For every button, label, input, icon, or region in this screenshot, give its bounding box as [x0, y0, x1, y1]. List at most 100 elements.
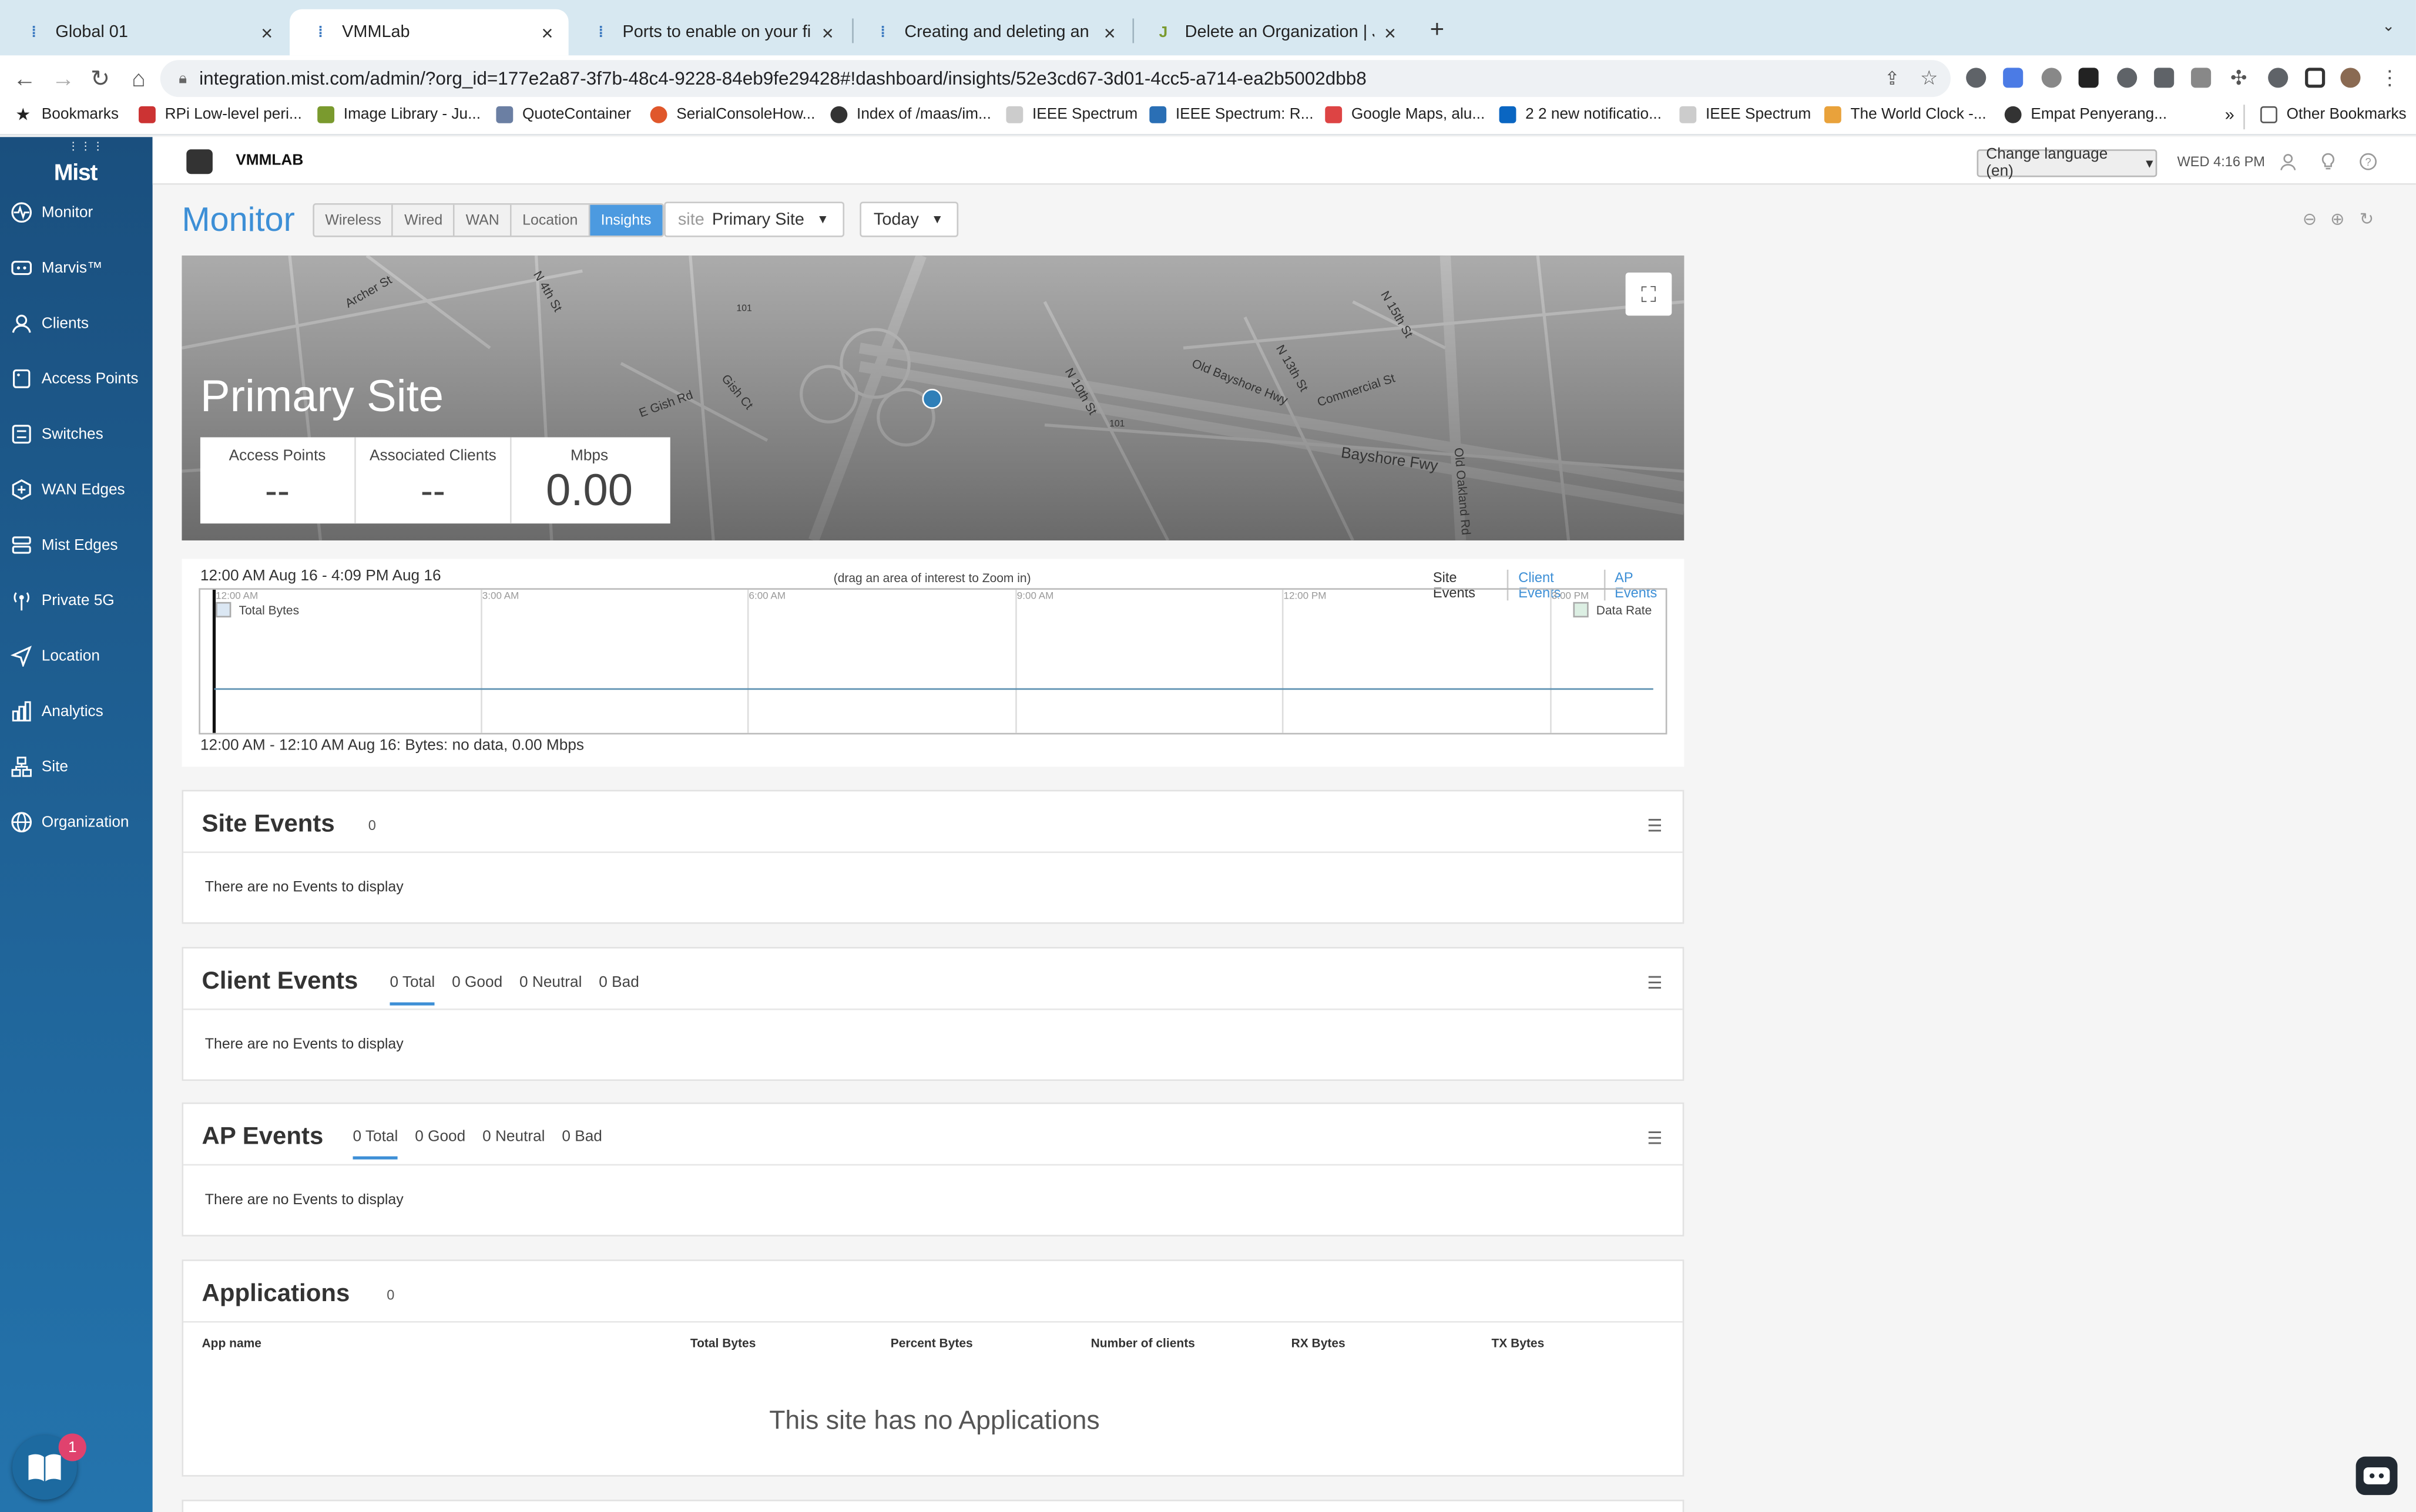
tab-title: VMMLab [342, 23, 410, 42]
bookmark-item[interactable]: QuoteContainer [496, 106, 631, 123]
browser-tab-vmmlab[interactable]: ⁞ VMMLab × [290, 9, 569, 56]
bookmark-item[interactable]: IEEE Spectrum [1679, 106, 1811, 123]
terminal-extension-icon[interactable] [2078, 68, 2099, 88]
filter-menu-icon[interactable]: ☰ [1647, 816, 1662, 836]
bookmark-item[interactable]: SerialConsoleHow... [650, 106, 815, 123]
refresh-icon[interactable]: ↻ [2357, 209, 2375, 229]
extension-icon[interactable] [2191, 68, 2212, 88]
sidebar-item-private-5g[interactable]: Private 5G [0, 574, 153, 627]
extension-icon[interactable] [2041, 68, 2062, 88]
profile-avatar-icon[interactable] [2340, 68, 2361, 88]
legend-data-rate[interactable]: Data Rate [1573, 602, 1652, 618]
reload-icon[interactable]: ↻ [85, 63, 115, 93]
help-icon[interactable]: ? [2357, 151, 2377, 171]
bookmark-item[interactable]: ★ Bookmarks [15, 106, 119, 124]
sidebar-item-clients[interactable]: Clients [0, 297, 153, 350]
bookmark-item[interactable]: IEEE Spectrum: R... [1149, 106, 1314, 123]
browser-tab-global-01[interactable]: ⁞ Global 01 × [3, 9, 288, 56]
close-icon[interactable]: × [1104, 21, 1116, 43]
close-icon[interactable]: × [1384, 21, 1396, 43]
sidebar-item-monitor[interactable]: Monitor [0, 186, 153, 238]
period-select[interactable]: Today ▼ [860, 201, 959, 237]
bookmark-item[interactable]: IEEE Spectrum [1006, 106, 1137, 123]
sidebar-item-marvis[interactable]: Marvis™ [0, 242, 153, 294]
new-tab-button[interactable]: + [1430, 17, 1445, 45]
marvis-chat-button[interactable] [2355, 1456, 2398, 1496]
column-header[interactable]: Number of clients [1091, 1336, 1195, 1350]
sidebar-item-analytics[interactable]: Analytics [0, 685, 153, 737]
bookmark-item[interactable]: Image Library - Ju... [317, 106, 481, 123]
close-icon[interactable]: × [542, 21, 553, 43]
sidebar-item-access-points[interactable]: Access Points [0, 352, 153, 405]
tab-wired[interactable]: Wired [393, 204, 455, 236]
sidebar-item-site[interactable]: Site [0, 741, 153, 793]
bookmark-item[interactable]: Google Maps, alu... [1325, 106, 1485, 123]
user-icon[interactable] [2277, 151, 2297, 171]
back-arrow-icon[interactable]: ← [9, 63, 40, 93]
other-bookmarks[interactable]: Other Bookmarks [2260, 106, 2407, 123]
column-header[interactable]: App name [202, 1336, 261, 1350]
column-header[interactable]: RX Bytes [1291, 1336, 1345, 1350]
share-icon[interactable]: ⇪ [1877, 63, 1907, 93]
tab-total[interactable]: 0 Total [353, 1128, 398, 1160]
zoom-out-icon[interactable]: ⊖ [2300, 209, 2318, 229]
site-map[interactable]: Archer St N 4th St E Gish Rd Gish Ct N 1… [182, 256, 1685, 541]
sidebar-item-wan-edges[interactable]: WAN Edges [0, 463, 153, 516]
bookmarks-overflow-button[interactable]: » [2225, 106, 2234, 125]
extension-icon[interactable] [2154, 68, 2175, 88]
tab-bad[interactable]: 0 Bad [599, 975, 639, 1005]
sidebar-item-organization[interactable]: Organization [0, 796, 153, 848]
legend-total-bytes[interactable]: Total Bytes [216, 602, 299, 618]
sidebar-item-switches[interactable]: Switches [0, 408, 153, 461]
tab-bad[interactable]: 0 Bad [562, 1128, 602, 1159]
side-panel-icon[interactable] [2305, 68, 2326, 88]
column-header[interactable]: Percent Bytes [891, 1336, 973, 1350]
timeline-chart[interactable]: 12:00 AM 3:00 AM 6:00 AM 9:00 AM 12:00 P… [199, 588, 1667, 735]
bookmark-item[interactable]: RPi Low-level peri... [139, 106, 302, 123]
tab-location[interactable]: Location [511, 204, 590, 236]
kebab-menu-icon[interactable]: ⋮ [2374, 63, 2405, 93]
browser-tab-delete-org[interactable]: J Delete an Organization | Junipe × [1132, 9, 1411, 56]
speed-extension-icon[interactable] [2117, 68, 2138, 88]
mist-logo[interactable]: ⋮⋮⋮ Mist [52, 142, 103, 186]
filter-menu-icon[interactable]: ☰ [1647, 1128, 1662, 1148]
column-header[interactable]: Total Bytes [690, 1336, 756, 1350]
language-select[interactable]: Change language (en) ▼ [1977, 146, 2157, 180]
tab-total[interactable]: 0 Total [390, 975, 435, 1006]
zoom-in-icon[interactable]: ⊕ [2328, 209, 2346, 229]
bookmark-item[interactable]: 2 2 new notificatio... [1499, 106, 1662, 123]
tab-neutral[interactable]: 0 Neutral [519, 975, 582, 1005]
browser-tab-creating-deleting[interactable]: ⁞ Creating and deleting an Organ × [852, 9, 1131, 56]
sidebar-item-location[interactable]: Location [0, 630, 153, 682]
site-select[interactable]: site Primary Site ▼ [664, 201, 845, 237]
sidebar-item-mist-edges[interactable]: Mist Edges [0, 519, 153, 571]
org-name[interactable]: VMMLAB [236, 152, 303, 169]
column-header[interactable]: TX Bytes [1491, 1336, 1544, 1350]
tab-good[interactable]: 0 Good [415, 1128, 465, 1159]
address-bar[interactable]: 🔒︎ integration.mist.com/admin/?org_id=17… [160, 60, 1951, 98]
close-icon[interactable]: × [261, 21, 273, 43]
puzzle-extensions-icon[interactable]: ✣ [2223, 63, 2254, 93]
filter-menu-icon[interactable]: ☰ [1647, 973, 1662, 993]
bookmark-item[interactable]: Empat Penyerang... [2004, 106, 2167, 123]
extension-icon[interactable] [2268, 68, 2289, 88]
juniper-favicon-icon: J [1159, 23, 1168, 41]
tab-wan[interactable]: WAN [455, 204, 512, 236]
tab-good[interactable]: 0 Good [452, 975, 502, 1005]
extension-icon[interactable] [1966, 68, 1987, 88]
close-icon[interactable]: × [822, 21, 834, 43]
browser-tab-ports[interactable]: ⁞ Ports to enable on your firewall × [570, 9, 849, 56]
fullscreen-icon[interactable]: ⛶ [1625, 272, 1672, 316]
bookmark-star-icon[interactable]: ☆ [1914, 63, 1944, 93]
tab-insights[interactable]: Insights [590, 204, 662, 236]
translate-extension-icon[interactable] [2003, 68, 2024, 88]
home-icon[interactable]: ⌂ [123, 63, 154, 93]
bookmark-item[interactable]: The World Clock -... [1824, 106, 1987, 123]
bookmark-item[interactable]: Index of /maas/im... [830, 106, 991, 123]
tab-wireless[interactable]: Wireless [314, 204, 394, 236]
site-location-marker[interactable] [922, 388, 942, 409]
tab-search-chevron-icon[interactable]: ⌄ [2382, 18, 2395, 35]
forward-arrow-icon[interactable]: → [48, 63, 78, 93]
tab-neutral[interactable]: 0 Neutral [482, 1128, 545, 1159]
lightbulb-icon[interactable] [2317, 151, 2337, 171]
